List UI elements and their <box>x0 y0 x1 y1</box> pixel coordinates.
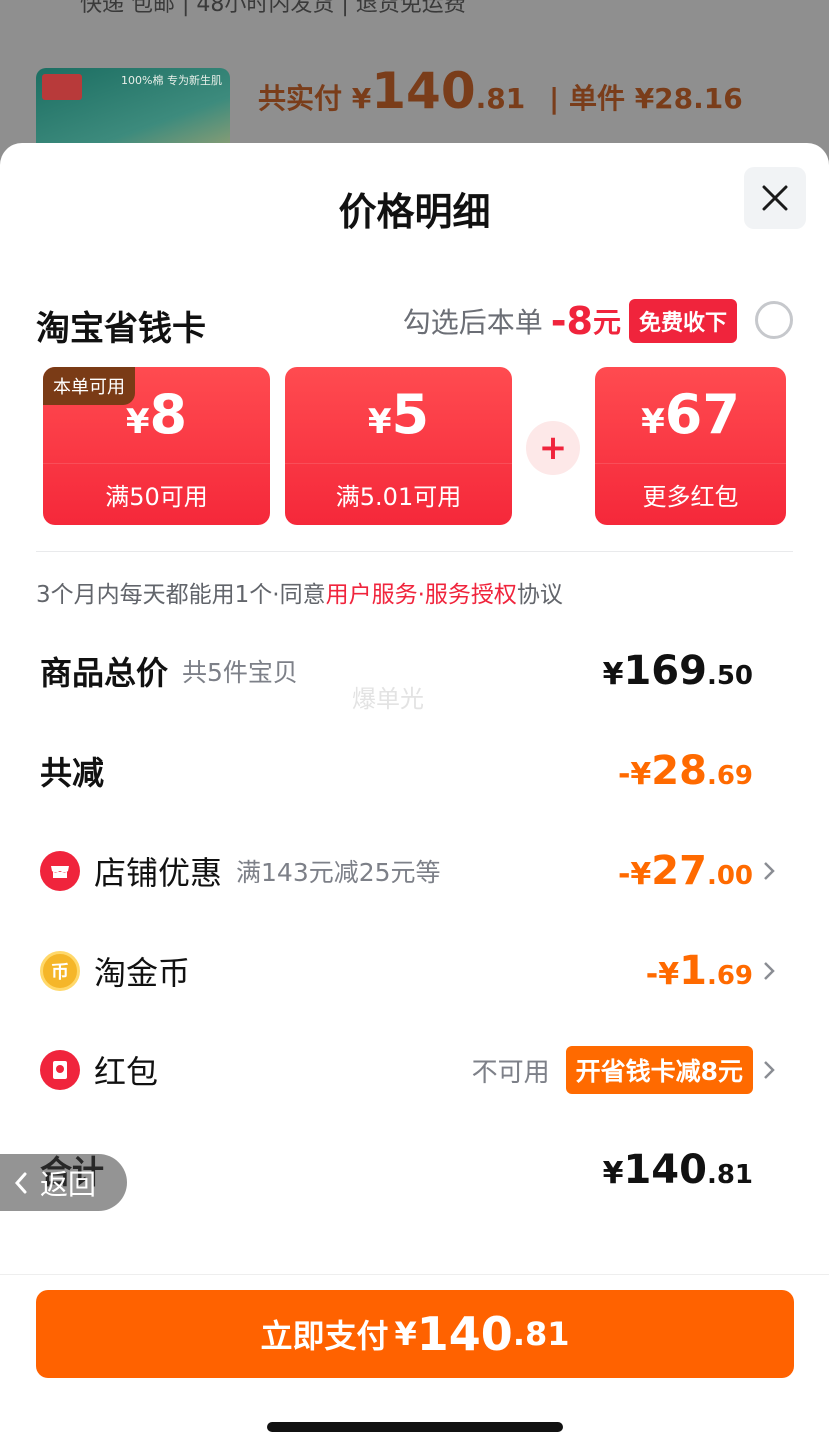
row-label: 淘金币 <box>94 954 191 992</box>
home-indicator <box>267 1422 563 1432</box>
back-button[interactable]: 返回 <box>0 1154 127 1211</box>
close-button[interactable] <box>744 167 806 229</box>
bottom-divider <box>0 1274 829 1275</box>
coupon-divider <box>43 463 270 464</box>
row-sub: 满143元减25元等 <box>236 858 441 887</box>
hint-text: 勾选后本单 <box>402 306 543 339</box>
coupon-label: 满5.01可用 <box>335 483 462 511</box>
pay-label: 立即支付 <box>260 1317 389 1355</box>
agreement-prefix: 3个月内每天都能用1个·同意 <box>36 582 326 608</box>
coupon-divider <box>285 463 512 464</box>
saving-card-radio[interactable] <box>755 301 793 339</box>
close-icon <box>762 185 788 211</box>
chevron-right-icon <box>761 1059 783 1081</box>
row-label: 商品总价 <box>40 654 169 692</box>
sheet-title: 价格明细 <box>338 190 491 234</box>
row-label: 店铺优惠 <box>94 854 223 892</box>
plus-icon: + <box>526 421 580 475</box>
saving-card-hint: 勾选后本单 -8 元 免费收下 <box>403 299 737 343</box>
row-value: -¥27.00 <box>617 848 753 894</box>
brand-logo <box>42 74 82 100</box>
row-value: ¥140.81 <box>602 1147 753 1193</box>
user-service-link[interactable]: 用户服务 <box>326 582 418 608</box>
row-value: -¥28.69 <box>617 748 753 794</box>
row-sum: 合计 ¥140.81 <box>40 1140 783 1200</box>
hint-amount: -8 <box>550 299 593 343</box>
back-label: 返回 <box>40 1167 97 1201</box>
section-divider <box>36 551 793 552</box>
row-redpack[interactable]: 红包 不可用 开省钱卡减8元 <box>40 1040 783 1100</box>
open-saving-card-tag[interactable]: 开省钱卡减8元 <box>565 1046 753 1094</box>
price-detail-sheet: 价格明细 淘宝省钱卡 勾选后本单 -8 元 免费收下 本单可用 ¥8 满50可用… <box>0 143 829 1451</box>
row-value: ¥169.50 <box>602 648 753 694</box>
coupon-yen: ¥ <box>641 402 665 442</box>
chevron-right-icon <box>761 960 783 982</box>
thumb-caption: 100%棉 专为新生肌 <box>121 74 222 87</box>
row-total-reduce: 共减 -¥28.69 <box>40 741 783 801</box>
coupon-divider <box>595 463 786 464</box>
coupon-label: 满50可用 <box>105 483 208 511</box>
pay-int: 140 <box>416 1307 513 1361</box>
row-goods-total: 商品总价 共5件宝贝 ¥169.50 <box>40 641 783 701</box>
coupon-yen: ¥ <box>367 402 392 442</box>
paid-label: 共实付 ¥ <box>258 82 372 115</box>
coupon-amount: 67 <box>664 383 740 446</box>
coupon-label: 更多红包 <box>642 483 739 511</box>
chevron-right-icon <box>761 860 783 882</box>
row-label: 红包 <box>94 1053 159 1091</box>
free-claim-badge[interactable]: 免费收下 <box>628 299 737 343</box>
shipping-info: 快递 包邮 | 48小时内发货 | 退货免运费 <box>80 0 466 17</box>
coin-icon: 币 <box>40 951 80 991</box>
agreement-suffix: 协议 <box>516 582 563 608</box>
pay-cents: .81 <box>512 1315 570 1353</box>
coupon-8[interactable]: 本单可用 ¥8 满50可用 <box>43 367 270 525</box>
saving-card-title: 淘宝省钱卡 <box>36 309 206 349</box>
row-sub: 共5件宝贝 <box>182 658 298 687</box>
coupon-yen: ¥ <box>125 402 150 442</box>
unit-price: | 单件 ¥28.16 <box>548 82 743 115</box>
row-store-discount[interactable]: 店铺优惠 满143元减25元等 -¥27.00 <box>40 841 783 901</box>
row-value: -¥1.69 <box>645 948 753 994</box>
hint-unit: 元 <box>592 306 621 339</box>
background-paid-price: 共实付 ¥140.81 | 单件 ¥28.16 <box>258 62 743 120</box>
coupon-amount: 8 <box>149 383 188 446</box>
agreement-text: 3个月内每天都能用1个·同意用户服务·服务授权协议 <box>36 575 563 609</box>
service-auth-link[interactable]: 服务授权 <box>425 582 517 608</box>
chevron-left-icon <box>14 1172 27 1193</box>
red-packet-icon <box>40 1050 80 1090</box>
redpack-status: 不可用 <box>471 1057 550 1088</box>
pay-now-button[interactable]: 立即支付 ¥ 140 .81 <box>36 1290 794 1378</box>
row-label: 共减 <box>40 754 105 792</box>
paid-cents: .81 <box>475 82 526 115</box>
store-icon <box>40 851 80 891</box>
agreement-dot: · <box>417 582 425 608</box>
paid-int: 140 <box>371 62 476 120</box>
pay-yen: ¥ <box>394 1315 417 1353</box>
coupon-5[interactable]: ¥5 满5.01可用 <box>285 367 512 525</box>
coupon-amount: 5 <box>391 383 430 446</box>
row-taojinbi[interactable]: 币 淘金币 -¥1.69 <box>40 941 783 1001</box>
coupon-more[interactable]: ¥67 更多红包 <box>595 367 786 525</box>
